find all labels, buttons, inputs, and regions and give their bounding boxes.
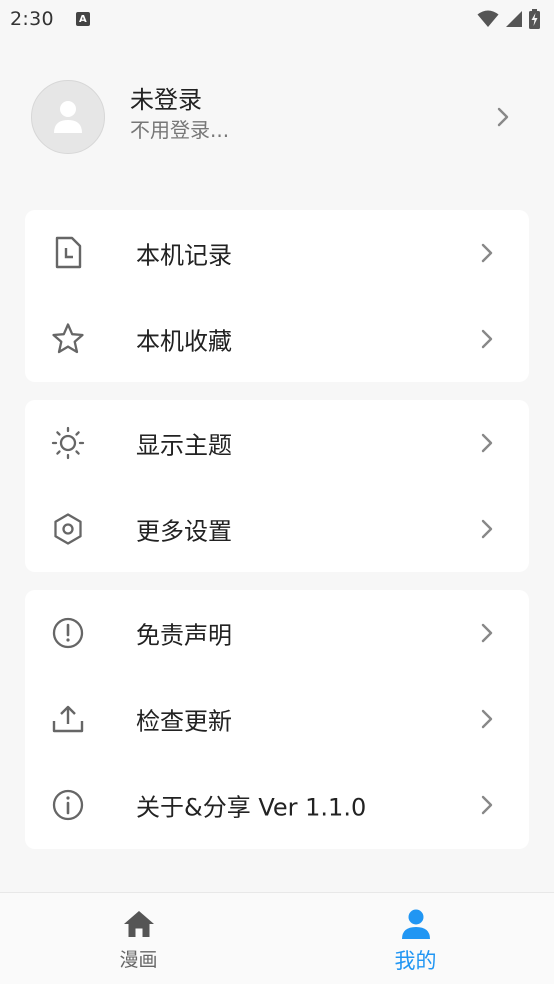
bottom-nav: 漫画 我的 xyxy=(0,892,554,984)
menu-item-label: 本机记录 xyxy=(136,241,232,270)
avatar[interactable] xyxy=(31,80,105,154)
nav-label: 我的 xyxy=(394,949,437,973)
chevron-right-icon xyxy=(480,242,494,264)
battery-icon xyxy=(529,9,540,29)
chevron-right-icon xyxy=(497,107,509,127)
sun-icon xyxy=(51,426,85,460)
chevron-right-icon xyxy=(480,518,494,540)
profile-subtitle: 不用登录... xyxy=(130,118,230,142)
chevron-right-icon xyxy=(480,622,494,644)
avatar-person-icon xyxy=(54,101,82,133)
menu-item-label: 免责声明 xyxy=(136,621,232,650)
menu-item-about-share[interactable]: 关于&分享 Ver 1.1.0 xyxy=(25,762,529,848)
chevron-right-icon xyxy=(480,328,494,350)
menu-item-local-history[interactable]: 本机记录 xyxy=(25,210,529,296)
history-file-icon xyxy=(51,236,85,270)
menu-item-label: 关于&分享 Ver 1.1.0 xyxy=(136,793,367,822)
menu-item-display-theme[interactable]: 显示主题 xyxy=(25,400,529,486)
person-icon xyxy=(401,909,430,939)
upload-icon xyxy=(51,702,85,736)
menu-item-more-settings[interactable]: 更多设置 xyxy=(25,486,529,572)
profile-row[interactable]: 未登录 不用登录... xyxy=(0,62,554,172)
notification-icon: A xyxy=(75,12,90,26)
menu-item-label: 更多设置 xyxy=(136,517,232,546)
menu-item-local-favorites[interactable]: 本机收藏 xyxy=(25,296,529,382)
status-time: 2:30 xyxy=(10,8,54,30)
chevron-right-icon xyxy=(480,432,494,454)
chevron-right-icon xyxy=(480,794,494,816)
status-bar: 2:30 A xyxy=(0,0,554,38)
chevron-right-icon xyxy=(480,708,494,730)
info-circle-icon xyxy=(51,788,85,822)
menu-item-label: 显示主题 xyxy=(136,431,232,460)
profile-name: 未登录 xyxy=(130,86,202,114)
menu-item-check-update[interactable]: 检查更新 xyxy=(25,676,529,762)
exclamation-circle-icon xyxy=(51,616,85,650)
menu-item-label: 本机收藏 xyxy=(136,327,232,356)
status-indicators xyxy=(477,9,540,29)
nav-label: 漫画 xyxy=(119,949,158,971)
wifi-icon xyxy=(477,10,499,27)
screen: 2:30 A 未登录 不用登录... 本机记录 本机收藏 显示主题 更多设置 免… xyxy=(0,0,554,984)
menu-card-settings: 显示主题 更多设置 xyxy=(25,400,529,572)
cell-signal-icon xyxy=(506,11,522,27)
star-icon xyxy=(51,322,85,356)
menu-item-label: 检查更新 xyxy=(136,707,232,736)
profile-text: 未登录 不用登录... xyxy=(130,84,229,144)
hexagon-settings-icon xyxy=(51,512,85,546)
nav-tab-mine[interactable]: 我的 xyxy=(277,893,554,984)
menu-card-local: 本机记录 本机收藏 xyxy=(25,210,529,382)
home-icon xyxy=(123,909,155,939)
menu-item-disclaimer[interactable]: 免责声明 xyxy=(25,590,529,676)
nav-tab-comics[interactable]: 漫画 xyxy=(0,893,277,984)
menu-card-about: 免责声明 检查更新 关于&分享 Ver 1.1.0 xyxy=(25,590,529,849)
